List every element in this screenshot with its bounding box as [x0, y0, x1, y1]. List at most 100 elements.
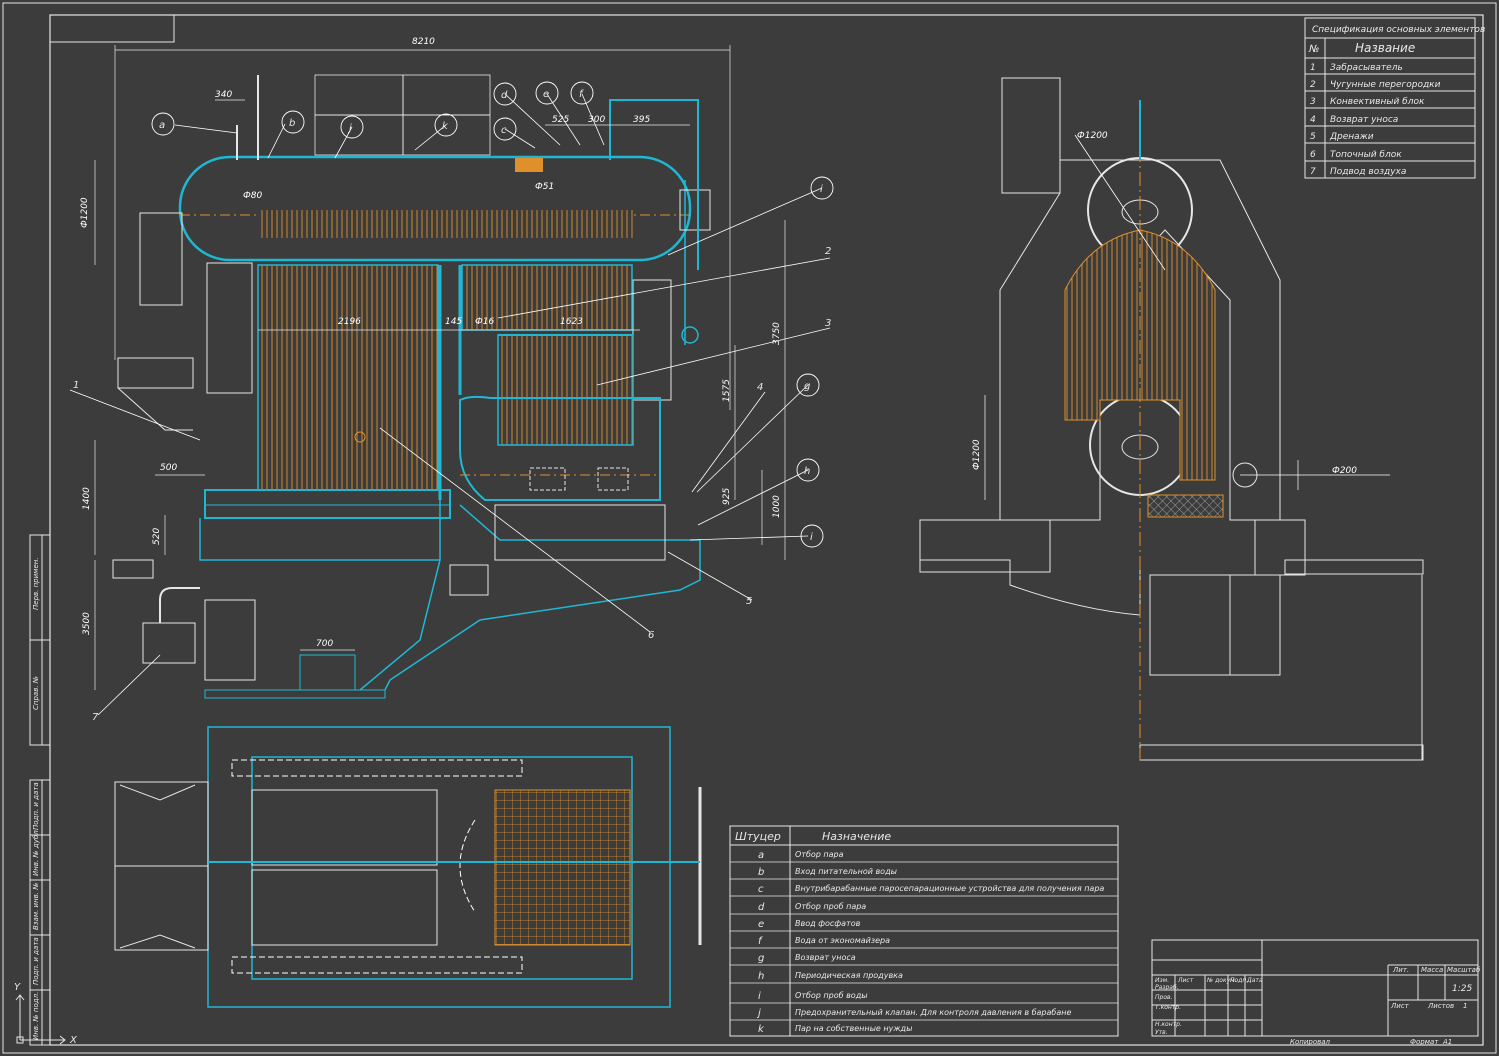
- nozzle-row-text: Внутрибарабанные паросепарационные устро…: [795, 884, 1104, 893]
- title-copied: Копировал: [1290, 1038, 1331, 1046]
- title-lit: Лит.: [1392, 966, 1409, 974]
- spec-col-name: Название: [1355, 41, 1415, 55]
- callout-5: 5: [746, 596, 752, 607]
- nozzle-row-key: e: [758, 919, 764, 930]
- callout-3: 3: [825, 318, 831, 329]
- nozzle-row-text: Пар на собственные нужды: [795, 1024, 912, 1033]
- nozzle-row-key: a: [758, 850, 764, 861]
- side-dim-1200-top: Ф1200: [1077, 131, 1108, 141]
- nozzle-row-text: Периодическая продувка: [795, 971, 903, 980]
- spec-row-name: Конвективный блок: [1330, 97, 1425, 107]
- dim-1575: 1575: [722, 379, 732, 402]
- dim-520: 520: [152, 528, 162, 545]
- side-stamp-2: Справ. №: [32, 676, 40, 710]
- dim-925: 925: [722, 488, 732, 505]
- dim-300: 300: [588, 115, 605, 125]
- nozzle-row-text: Предохранительный клапан. Для контроля д…: [795, 1008, 1071, 1017]
- callout-h: h: [804, 466, 810, 477]
- ucs-icon: [15, 994, 66, 1045]
- title-sheets: Листов: [1427, 1002, 1454, 1010]
- nozzle-row-text: Вход питательной воды: [795, 867, 897, 876]
- dim-2196: 2196: [338, 317, 361, 327]
- nozzle-row-key: h: [758, 971, 764, 982]
- title-format: Формат: [1410, 1038, 1439, 1046]
- dim-1400: 1400: [82, 487, 92, 510]
- nozzle-row-text: Ввод фосфатов: [795, 919, 861, 928]
- dim-1623: 1623: [560, 317, 583, 327]
- nozzle-row-text: Отбор пара: [795, 850, 844, 859]
- callout-1: 1: [73, 380, 79, 391]
- title-sheet: Лист: [1390, 1002, 1410, 1010]
- side-stamp-1: Перв. примен.: [32, 557, 40, 610]
- spec-row-name: Дренажи: [1329, 132, 1374, 142]
- callout-j: j: [347, 123, 352, 134]
- side-stamp-4: Инв. № дубл.: [32, 828, 40, 876]
- outer-frame: [2, 2, 1497, 1054]
- spec-row-name: Топочный блок: [1330, 150, 1402, 160]
- ucs-x-label: X: [69, 1035, 78, 1046]
- nozzle-row-key: c: [758, 884, 764, 895]
- nozzle-row-key: g: [758, 953, 764, 964]
- title-block: Изм. Лист № докум. Подп. Дата Разраб. Пр…: [1151, 939, 1481, 1046]
- nozzle-row-key: i: [758, 991, 761, 1002]
- callout-i-bottom: i: [810, 532, 813, 543]
- nozzle-row-text: Отбор проб воды: [795, 991, 868, 1000]
- stamp-row-4: Н.контр.: [1155, 1021, 1182, 1028]
- nozzle-col1: Штуцер: [735, 830, 781, 843]
- spec-row-no: 3: [1310, 97, 1316, 107]
- boiler-drawing: Перв. примен. Справ. № Подп. и дата Инв.…: [2, 2, 1497, 1054]
- top-left-cell: [49, 14, 175, 43]
- title-scale-label: Масштаб: [1447, 966, 1481, 974]
- title-scale: 1:25: [1452, 984, 1472, 994]
- stamp-col-4: Подп.: [1230, 977, 1248, 984]
- side-stamp-5: Взам. инв. №: [32, 882, 40, 930]
- nozzle-row-key: d: [758, 902, 765, 913]
- steam-drum: [178, 155, 692, 262]
- spec-row-name: Забрасыватель: [1330, 63, 1403, 73]
- boiler-plan-view: [114, 726, 702, 1008]
- specification-table: Спецификация основных элементов № Назван…: [1304, 17, 1485, 179]
- nozzle-table: Штуцер Назначение a Отбор пара b Вход питат…: [729, 825, 1119, 1037]
- spec-row-no: 6: [1310, 150, 1316, 160]
- callout-2: 2: [825, 246, 831, 257]
- dim-3500: 3500: [82, 612, 92, 635]
- spec-row-no: 2: [1310, 80, 1316, 90]
- side-stamp-7: Инв. № подл.: [32, 992, 40, 1040]
- dim-16: Ф16: [475, 317, 494, 327]
- dim-340: 340: [215, 90, 232, 100]
- title-format-value: A1: [1442, 1038, 1452, 1046]
- nozzle-col2: Назначение: [822, 830, 891, 843]
- dim-51: Ф51: [535, 182, 554, 192]
- spec-row-no: 4: [1310, 115, 1316, 125]
- spec-col-no: №: [1308, 44, 1319, 55]
- stamp-row-1: Разраб.: [1155, 984, 1179, 991]
- callout-d: d: [501, 90, 508, 101]
- boiler-section-view: [112, 74, 711, 699]
- stamp-row-3: Т.контр.: [1155, 1004, 1181, 1011]
- spec-row-no: 7: [1310, 167, 1316, 177]
- callout-k: k: [442, 121, 449, 132]
- stamp-row-5: Утв.: [1155, 1029, 1168, 1036]
- callout-7: 7: [92, 712, 99, 723]
- callout-b: b: [289, 118, 295, 129]
- side-stamp-3: Подп. и дата: [32, 782, 40, 830]
- side-dim-200: Ф200: [1332, 466, 1357, 476]
- nozzle-row-key: k: [758, 1024, 765, 1035]
- callout-e: e: [543, 89, 549, 100]
- separator-device: [515, 158, 543, 172]
- dim-1200: Ф1200: [80, 197, 90, 228]
- dim-1000: 1000: [772, 495, 782, 518]
- spec-row-name: Подвод воздуха: [1330, 167, 1406, 177]
- nozzle-row-text: Вода от экономайзера: [795, 936, 890, 945]
- dim-525: 525: [552, 115, 569, 125]
- nozzle-row-key: b: [758, 867, 764, 878]
- spec-row-no: 5: [1310, 132, 1316, 142]
- callout-4: 4: [757, 382, 763, 393]
- spec-row-name: Чугунные перегородки: [1330, 80, 1441, 90]
- stamp-col-5: Дата: [1246, 977, 1263, 984]
- callout-g: g: [804, 381, 810, 392]
- title-sheets-count: 1: [1463, 1002, 1467, 1010]
- stamp-col-1: Изм.: [1155, 977, 1169, 984]
- stamp-row-2: Пров.: [1155, 994, 1173, 1001]
- inner-frame: [49, 14, 1484, 1046]
